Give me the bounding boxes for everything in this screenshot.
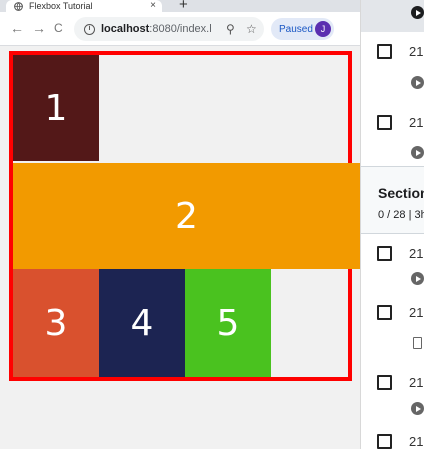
video-icon <box>411 402 424 415</box>
tab-title: Flexbox Tutorial <box>29 1 93 11</box>
forward-icon[interactable]: → <box>32 20 46 36</box>
address-bar[interactable]: i localhost:8080/index.h... ⚲ ☆ <box>74 17 264 41</box>
flex-item-5-label: 5 <box>216 302 240 344</box>
panel-header <box>361 0 424 32</box>
section-title: Section <box>378 185 424 201</box>
lecture-number[interactable]: 21 <box>409 305 423 320</box>
lecture-checkbox[interactable] <box>377 115 392 130</box>
video-icon <box>411 146 424 159</box>
profile-status: Paused <box>279 23 313 35</box>
play-icon[interactable] <box>411 6 424 19</box>
flex-item-2: 2 <box>13 163 360 269</box>
url-text: localhost:8080/index.h... <box>101 23 211 35</box>
document-icon <box>413 337 422 349</box>
course-content-panel: 21 21 Section 0 / 28 | 3h 21 21 21 21 <box>360 0 424 449</box>
back-icon[interactable]: ← <box>10 20 24 36</box>
globe-icon <box>14 1 23 11</box>
lecture-number[interactable]: 21 <box>409 246 423 261</box>
lecture-checkbox[interactable] <box>377 375 392 390</box>
tab-strip: Flexbox Tutorial × + <box>0 0 360 13</box>
lecture-checkbox[interactable] <box>377 305 392 320</box>
flex-item-4: 4 <box>99 269 185 377</box>
site-info-icon[interactable]: i <box>84 23 95 35</box>
lecture-number[interactable]: 21 <box>409 434 423 449</box>
section-header[interactable]: Section 0 / 28 | 3h <box>361 166 424 234</box>
url-path: :8080/index.h... <box>149 23 211 35</box>
lecture-checkbox[interactable] <box>377 246 392 261</box>
lecture-number[interactable]: 21 <box>409 375 423 390</box>
lecture-checkbox[interactable] <box>377 44 392 59</box>
flex-item-1-label: 1 <box>44 87 68 129</box>
url-host: localhost <box>101 23 150 35</box>
reload-icon[interactable]: C <box>54 20 63 36</box>
flex-item-3: 3 <box>13 269 99 377</box>
lecture-number[interactable]: 21 <box>409 115 423 130</box>
video-icon <box>411 272 424 285</box>
browser-toolbar: ← → C i localhost:8080/index.h... ⚲ ☆ Pa… <box>0 12 360 46</box>
flex-item-2-label: 2 <box>175 195 198 237</box>
bookmark-star-icon[interactable]: ☆ <box>246 21 257 37</box>
video-icon <box>411 76 424 89</box>
flex-item-1: 1 <box>13 55 99 161</box>
section-progress: 0 / 28 | 3h <box>378 209 424 221</box>
avatar: J <box>315 21 331 37</box>
flex-item-5: 5 <box>185 269 271 377</box>
tab-flexbox-tutorial[interactable]: Flexbox Tutorial × <box>6 0 162 12</box>
lecture-number[interactable]: 21 <box>409 44 423 59</box>
flex-item-3-label: 3 <box>44 302 68 344</box>
profile-button[interactable]: Paused J <box>271 18 334 40</box>
zoom-icon[interactable]: ⚲ <box>226 21 235 37</box>
tab-close-icon[interactable]: × <box>150 0 156 12</box>
flex-item-4-label: 4 <box>130 302 154 344</box>
lecture-checkbox[interactable] <box>377 434 392 449</box>
